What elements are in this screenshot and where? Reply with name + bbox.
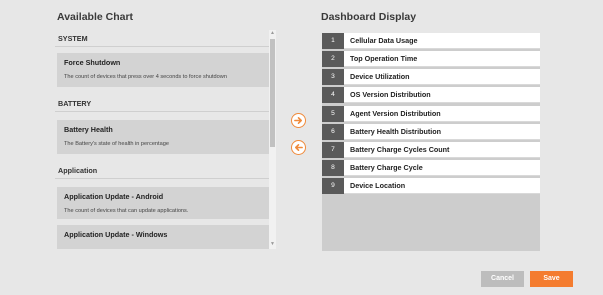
section-label-application: Application (55, 162, 269, 179)
dashboard-item-number: 9 (322, 178, 344, 194)
chart-item-desc: The count of devices that press over 4 s… (64, 74, 227, 80)
dashboard-item-label: Top Operation Time (344, 51, 540, 67)
dashboard-item-label: Battery Health Distribution (344, 124, 540, 140)
dashboard-item[interactable]: 5 Agent Version Distribution (322, 106, 540, 122)
dashboard-item-number: 4 (322, 87, 344, 103)
arrow-right-icon (294, 116, 303, 125)
chart-item-name: Application Update - Android (64, 192, 164, 201)
move-left-button[interactable] (291, 140, 306, 155)
left-scrollbar[interactable]: ▲ ▼ (269, 30, 276, 249)
dashboard-item[interactable]: 2 Top Operation Time (322, 51, 540, 67)
chart-item-name: Battery Health (64, 125, 113, 134)
scroll-down-icon[interactable]: ▼ (270, 242, 275, 247)
dashboard-item-label: Device Utilization (344, 69, 540, 85)
dashboard-item-number: 6 (322, 124, 344, 140)
scroll-up-icon[interactable]: ▲ (270, 31, 275, 36)
arrow-left-icon (294, 143, 303, 152)
dashboard-item-number: 5 (322, 106, 344, 122)
chart-item-desc: The Battery's state of health in percent… (64, 141, 169, 147)
dashboard-item-number: 2 (322, 51, 344, 67)
dashboard-item-number: 1 (322, 33, 344, 49)
scroll-thumb[interactable] (270, 39, 275, 147)
available-chart-title: Available Chart (57, 11, 134, 23)
available-chart-list[interactable]: SYSTEM Force Shutdown The count of devic… (55, 30, 277, 249)
chart-item-battery-health[interactable]: Battery Health The Battery's state of he… (57, 120, 269, 154)
chart-item-name: Force Shutdown (64, 58, 121, 67)
dashboard-item-label: Cellular Data Usage (344, 33, 540, 49)
dashboard-item[interactable]: 4 OS Version Distribution (322, 87, 540, 103)
dashboard-item-label: Battery Charge Cycles Count (344, 142, 540, 158)
chart-item-app-update-android[interactable]: Application Update - Android The count o… (57, 187, 269, 219)
chart-item-force-shutdown[interactable]: Force Shutdown The count of devices that… (57, 53, 269, 87)
dashboard-item[interactable]: 3 Device Utilization (322, 69, 540, 85)
chart-item-desc: The count of devices that can update app… (64, 208, 189, 214)
save-button[interactable]: Save (530, 271, 573, 287)
section-label-system: SYSTEM (55, 30, 269, 47)
move-right-button[interactable] (291, 113, 306, 128)
dashboard-display-title: Dashboard Display (321, 11, 417, 23)
dashboard-item[interactable]: 1 Cellular Data Usage (322, 33, 540, 49)
chart-item-app-update-windows[interactable]: Application Update - Windows (57, 225, 269, 249)
dashboard-item[interactable]: 9 Device Location (322, 178, 540, 194)
dashboard-item-label: OS Version Distribution (344, 87, 540, 103)
dashboard-item[interactable]: 7 Battery Charge Cycles Count (322, 142, 540, 158)
dashboard-item-label: Battery Charge Cycle (344, 160, 540, 176)
dashboard-item-number: 8 (322, 160, 344, 176)
dashboard-item-label: Agent Version Distribution (344, 106, 540, 122)
dashboard-item[interactable]: 6 Battery Health Distribution (322, 124, 540, 140)
dashboard-display-list[interactable]: 1 Cellular Data Usage 2 Top Operation Ti… (322, 33, 540, 251)
cancel-button[interactable]: Cancel (481, 271, 524, 287)
section-label-battery: BATTERY (55, 95, 269, 112)
chart-item-name: Application Update - Windows (64, 230, 168, 239)
dashboard-item-label: Device Location (344, 178, 540, 194)
dashboard-item-number: 7 (322, 142, 344, 158)
dashboard-item[interactable]: 8 Battery Charge Cycle (322, 160, 540, 176)
dashboard-item-number: 3 (322, 69, 344, 85)
